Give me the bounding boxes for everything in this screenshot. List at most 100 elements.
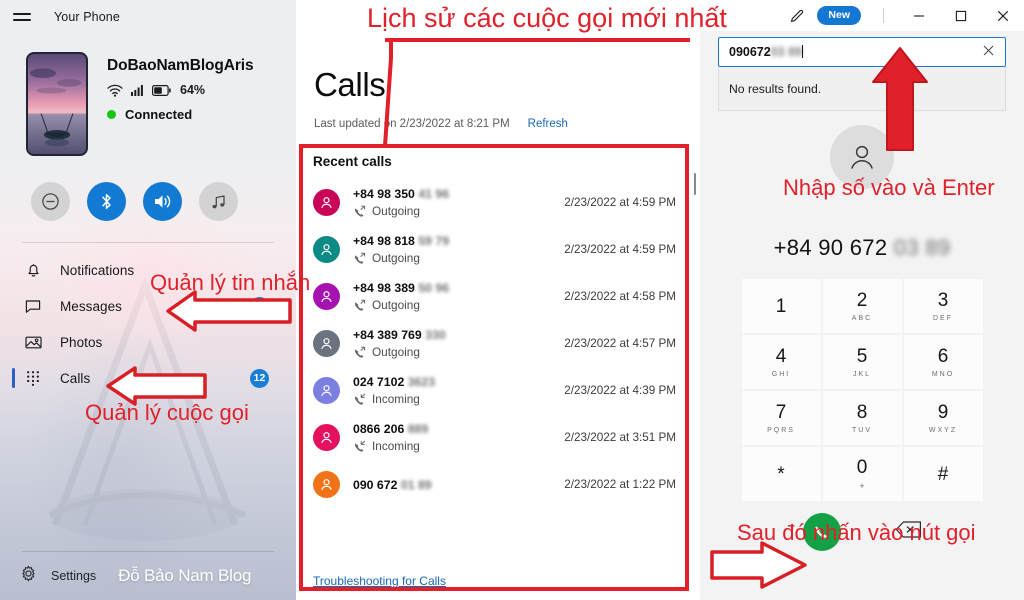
table-row[interactable]: 024 7102 3623 Incoming 2/23/2022 at 4:39 P… bbox=[296, 367, 700, 414]
search-input[interactable]: 09067203 89 bbox=[718, 37, 1006, 67]
dialpad-icon bbox=[22, 370, 44, 386]
sidebar-item-label: Notifications bbox=[60, 262, 135, 278]
table-row[interactable]: +84 389 769 330 Outgoing 2/23/2022 at 4:57… bbox=[296, 320, 700, 367]
call-entry-info: 090 672 01 89 bbox=[353, 478, 564, 492]
connection-status: Connected bbox=[107, 107, 254, 122]
dialpad-key-4[interactable]: 4 GHI bbox=[741, 335, 821, 389]
sidebar-item-calls[interactable]: Calls 12 bbox=[0, 360, 296, 396]
call-timestamp: 2/23/2022 at 1:22 PM bbox=[564, 478, 676, 491]
pen-compose-icon[interactable] bbox=[782, 8, 812, 24]
avatar bbox=[313, 330, 340, 357]
call-direction-label: Outgoing bbox=[372, 204, 420, 218]
call-button[interactable] bbox=[802, 513, 841, 551]
calls-scrollbar[interactable] bbox=[693, 173, 696, 195]
avatar bbox=[313, 471, 340, 498]
dialpad-key-letters: TUV bbox=[852, 426, 872, 434]
recent-calls-header: Recent calls bbox=[313, 154, 392, 169]
status-dot-icon bbox=[107, 110, 116, 119]
calls-badge: 12 bbox=[250, 368, 269, 388]
call-entry-info: +84 98 389 50 96 Outgoing bbox=[353, 281, 564, 312]
call-direction-label: Outgoing bbox=[372, 345, 420, 359]
recent-calls-list[interactable]: +84 98 350 41 96 Outgoing 2/23/2022 at 4:5… bbox=[296, 169, 700, 508]
new-badge[interactable]: New bbox=[817, 6, 861, 25]
avatar bbox=[313, 189, 340, 216]
sidebar-item-photos[interactable]: Photos bbox=[0, 324, 296, 360]
dialpad-key-letters: JKL bbox=[852, 370, 872, 378]
call-direction: Outgoing bbox=[353, 251, 564, 265]
close-button[interactable] bbox=[982, 0, 1024, 31]
window-controls-separator bbox=[883, 8, 884, 23]
dialer-action-row bbox=[700, 513, 1024, 551]
outgoing-call-icon bbox=[354, 252, 366, 264]
clear-x-icon[interactable] bbox=[980, 41, 997, 63]
sidebar-footer: Settings Đỗ Bảo Nam Blog bbox=[0, 551, 296, 600]
table-row[interactable]: 0866 206 889 Incoming 2/23/2022 at 3:51 PM bbox=[296, 414, 700, 461]
dialpad-key-letters: ABC bbox=[851, 314, 873, 322]
dialpad-key-letters: MNO bbox=[931, 370, 955, 378]
hamburger-icon[interactable] bbox=[12, 9, 34, 25]
gear-icon[interactable] bbox=[20, 565, 37, 587]
person-icon bbox=[851, 145, 873, 169]
dialpad-key-hash[interactable]: # bbox=[903, 447, 983, 501]
call-direction-label: Outgoing bbox=[372, 298, 420, 312]
dialpad-key-digit: 2 bbox=[856, 289, 868, 311]
table-row[interactable]: 090 672 01 89 2/23/2022 at 1:22 PM bbox=[296, 461, 700, 508]
dialpad-key-star[interactable]: * bbox=[741, 447, 821, 501]
music-note-icon bbox=[212, 194, 225, 208]
sidebar-item-notifications[interactable]: Notifications bbox=[0, 252, 296, 288]
table-row[interactable]: +84 98 389 50 96 Outgoing 2/23/2022 at 4:5… bbox=[296, 273, 700, 320]
call-phone-number: 090 672 01 89 bbox=[353, 477, 432, 492]
battery-percent: 64% bbox=[180, 83, 206, 97]
sidebar-item-messages[interactable]: Messages 30 bbox=[0, 288, 296, 324]
call-timestamp: 2/23/2022 at 4:39 PM bbox=[564, 384, 676, 397]
dialpad-key-digit: 1 bbox=[775, 295, 787, 317]
search-area: 09067203 89 No results found. bbox=[700, 31, 1024, 111]
list-fade-overlay bbox=[296, 540, 700, 562]
bluetooth-button[interactable] bbox=[87, 182, 126, 221]
call-direction-label: Incoming bbox=[372, 439, 420, 453]
table-row[interactable]: +84 98 818 59 79 Outgoing 2/23/2022 at 4:5… bbox=[296, 226, 700, 273]
dialed-number-display: +84 90 672 03 89 bbox=[773, 235, 951, 260]
table-row[interactable]: +84 98 350 41 96 Outgoing 2/23/2022 at 4:5… bbox=[296, 179, 700, 226]
app-title: Your Phone bbox=[54, 10, 120, 24]
minimize-button[interactable] bbox=[898, 0, 940, 31]
call-timestamp: 2/23/2022 at 4:59 PM bbox=[564, 196, 676, 209]
maximize-button[interactable] bbox=[940, 0, 982, 31]
cellular-signal-icon bbox=[131, 85, 143, 96]
incoming-call-icon bbox=[354, 440, 366, 452]
do-not-disturb-button[interactable] bbox=[31, 182, 70, 221]
call-timestamp: 2/23/2022 at 4:57 PM bbox=[564, 337, 676, 350]
dialpad-key-5[interactable]: 5 JKL bbox=[822, 335, 902, 389]
sidebar: Your Phone DoBaoNamBlogAris 64% Connecte… bbox=[0, 0, 296, 600]
dialpad-key-7[interactable]: 7 PQRS bbox=[741, 391, 821, 445]
dialpad[interactable]: 1 2 ABC 3 DEF 4 GHI 5 JKL 6 MNO 7 PQRS 8 TUV 9 WXYZ * 0 + # bbox=[700, 279, 1024, 501]
dialpad-key-8[interactable]: 8 TUV bbox=[822, 391, 902, 445]
phone-call-icon bbox=[815, 525, 828, 538]
dialpad-key-2[interactable]: 2 ABC bbox=[822, 279, 902, 333]
backspace-button[interactable] bbox=[895, 520, 922, 544]
volume-button[interactable] bbox=[143, 182, 182, 221]
dialpad-key-0[interactable]: 0 + bbox=[822, 447, 902, 501]
outgoing-call-icon bbox=[354, 346, 366, 358]
settings-label: Settings bbox=[51, 569, 97, 583]
music-button[interactable] bbox=[199, 182, 238, 221]
dialpad-key-9[interactable]: 9 WXYZ bbox=[903, 391, 983, 445]
dialpad-key-digit: 7 bbox=[775, 401, 787, 423]
sidebar-nav: Notifications Messages 30 Photos Calls 1… bbox=[0, 243, 296, 396]
refresh-link[interactable]: Refresh bbox=[528, 118, 568, 130]
dialpad-key-3[interactable]: 3 DEF bbox=[903, 279, 983, 333]
troubleshooting-link[interactable]: Troubleshooting for Calls bbox=[313, 574, 446, 588]
call-timestamp: 2/23/2022 at 3:51 PM bbox=[564, 431, 676, 444]
dialpad-key-1[interactable]: 1 bbox=[741, 279, 821, 333]
call-direction: Incoming bbox=[353, 439, 564, 453]
dialer-panel: New 09067203 89 No results found. +84 90… bbox=[700, 0, 1024, 600]
bell-icon bbox=[22, 262, 44, 278]
device-card: DoBaoNamBlogAris 64% Connected bbox=[0, 34, 296, 156]
call-entry-info: 0866 206 889 Incoming bbox=[353, 422, 564, 453]
dialpad-key-6[interactable]: 6 MNO bbox=[903, 335, 983, 389]
avatar bbox=[830, 125, 894, 189]
phone-wallpaper-thumbnail bbox=[26, 52, 88, 156]
brand-watermark: Đỗ Bảo Nam Blog bbox=[118, 566, 252, 585]
call-phone-number: +84 389 769 330 bbox=[353, 328, 446, 342]
dialpad-key-digit: 9 bbox=[937, 401, 949, 423]
